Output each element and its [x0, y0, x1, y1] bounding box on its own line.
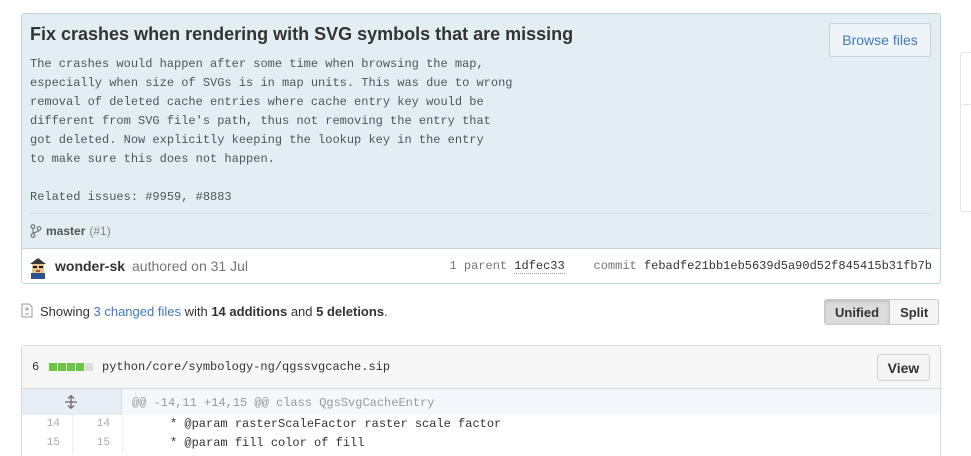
commit-header: Fix crashes when rendering with SVG symb… — [22, 14, 940, 249]
code-line: 14 14 * @param rasterScaleFactor raster … — [22, 415, 940, 434]
gutter-divider — [122, 415, 123, 434]
diff-view-toggle: Unified Split — [824, 299, 940, 325]
diffstat-block — [49, 363, 57, 371]
split-button[interactable]: Split — [890, 300, 939, 324]
old-line-number[interactable]: 15 — [22, 437, 60, 449]
side-panel-edge — [960, 52, 971, 212]
parent-label: 1 parent — [449, 259, 508, 273]
file-path[interactable]: python/core/symbology-ng/qgssvgcache.sip — [102, 360, 390, 374]
additions-count: 14 additions — [211, 304, 288, 319]
with-label: with — [184, 304, 208, 319]
authored-date: authored on 31 Jul — [132, 258, 248, 274]
hunk-header: @@ -14,11 +14,15 @@ class QgsSvgCacheEnt… — [22, 389, 940, 415]
new-line-number[interactable]: 15 — [70, 437, 110, 449]
commit-meta: wonder-sk authored on 31 Jul 1 parent 1d… — [22, 249, 940, 283]
file-change-count: 6 — [32, 360, 40, 374]
diffstat-block — [85, 363, 93, 371]
branch-info: master (#1) — [30, 213, 932, 238]
parent-sha-link[interactable]: 1dfec33 — [514, 259, 565, 274]
file-diff-icon[interactable] — [21, 303, 33, 318]
deletions-count: 5 deletions — [316, 304, 385, 319]
expand-icon[interactable] — [64, 395, 78, 409]
and-label: and — [290, 304, 313, 319]
hunk-expander[interactable] — [22, 389, 122, 415]
code-text: * @param fill color of fill — [134, 436, 365, 450]
diffstat-block — [76, 363, 84, 371]
old-line-number[interactable]: 14 — [22, 418, 60, 430]
diffstat-block — [58, 363, 66, 371]
commit-sha: febadfe21bb1eb5639d5a90d52f845415b31fb7b — [643, 259, 932, 273]
showing-label: Showing — [40, 304, 90, 319]
view-file-button[interactable]: View — [877, 354, 930, 381]
avatar[interactable] — [26, 255, 50, 279]
branch-name-link[interactable]: master — [46, 224, 85, 238]
diffstat-bar — [49, 363, 93, 371]
branch-icon — [30, 224, 42, 238]
commit-title: Fix crashes when rendering with SVG symb… — [30, 24, 574, 44]
file-diff: 6 python/core/symbology-ng/qgssvgcache.s… — [21, 345, 941, 456]
file-header: 6 python/core/symbology-ng/qgssvgcache.s… — [22, 346, 940, 389]
browse-files-button[interactable]: Browse files — [829, 23, 931, 57]
code-text: * @param rasterScaleFactor raster scale … — [134, 417, 502, 431]
commit-box: Fix crashes when rendering with SVG symb… — [21, 13, 941, 284]
pull-request-link[interactable]: (#1) — [89, 224, 110, 238]
diff-summary: Showing 3 changed files with 14 addition… — [40, 304, 388, 319]
side-panel-divider — [962, 104, 971, 105]
new-line-number[interactable]: 14 — [70, 418, 110, 430]
commit-description: The crashes would happen after some time… — [30, 57, 513, 204]
code-line: 15 15 * @param fill color of fill — [22, 434, 940, 453]
author-link[interactable]: wonder-sk — [55, 258, 125, 274]
diff-toc-bar: Showing 3 changed files with 14 addition… — [21, 297, 941, 327]
gutter-divider — [122, 434, 123, 453]
commit-label: commit — [593, 259, 637, 273]
unified-button[interactable]: Unified — [825, 300, 891, 324]
diffstat-block — [67, 363, 75, 371]
sha-info: 1 parent 1dfec33 commit febadfe21bb1eb56… — [449, 259, 932, 274]
hunk-text: @@ -14,11 +14,15 @@ class QgsSvgCacheEnt… — [132, 396, 435, 410]
changed-files-link[interactable]: 3 changed files — [94, 304, 181, 319]
period: . — [384, 304, 388, 319]
